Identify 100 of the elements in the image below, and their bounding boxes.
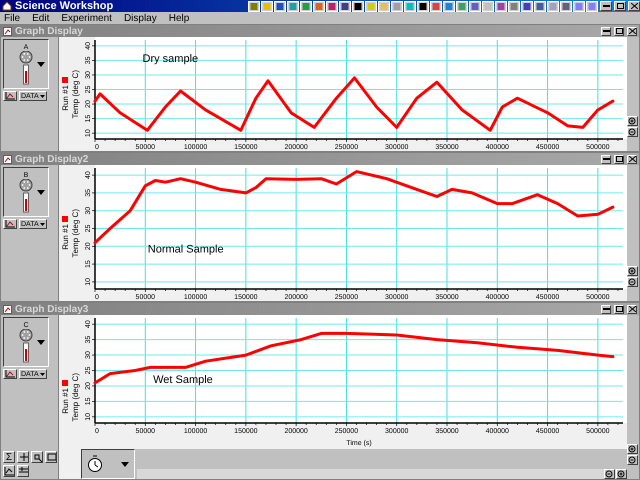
toolbar-icon[interactable] [560,0,572,12]
zoom-out-icon [628,456,637,464]
graph-icon [5,370,15,378]
window-title: Graph Display [15,26,84,36]
toolbar-icon[interactable] [430,0,442,12]
toolbar-icon[interactable] [521,0,533,12]
graph-window-icon [3,304,12,314]
close-icon [628,306,636,312]
toolbar-icon[interactable] [404,0,416,12]
toolbar-icon[interactable] [274,0,286,12]
maximize-icon [616,28,622,34]
toolbar-icon[interactable] [456,0,468,12]
zoom-in-button[interactable] [627,444,638,454]
zoom-out-button[interactable] [627,277,638,287]
close-button[interactable] [627,304,637,314]
settings-button[interactable] [17,465,29,477]
zoom-out-button[interactable] [627,127,638,137]
toolbar-icon[interactable] [300,0,312,12]
caret-icon [40,94,45,98]
timer-dropdown[interactable] [81,449,135,479]
zoom-in-button[interactable] [627,116,638,126]
statistics-button[interactable]: Σ [3,451,15,463]
maximize-button[interactable] [614,154,624,164]
graph-window-icon [3,26,12,36]
toolbar-icon[interactable] [352,0,364,12]
series-name: Run #1 [60,224,70,250]
minimize-button[interactable] [601,154,611,164]
sensor-icon [18,50,34,84]
maximize-icon [616,156,622,162]
toolbar-icon[interactable] [365,0,377,12]
toolbar-icon[interactable] [339,0,351,12]
toolbar-icon[interactable] [417,0,429,12]
zoom-out-icon [628,278,637,286]
minimize-button[interactable] [601,304,611,314]
menu-item[interactable]: Experiment [60,12,113,24]
caret-icon [40,372,45,376]
menu-item[interactable]: Help [168,12,190,24]
toolbar-icon[interactable] [443,0,455,12]
axis-title: Temp (deg C) [70,70,80,118]
menu-item[interactable]: File [3,12,22,24]
series-name: Run #1 [60,388,70,414]
menu-item[interactable]: Edit [31,12,50,24]
zoom-out-button[interactable] [627,455,638,465]
graph-icon [5,92,15,100]
toolbar-icon[interactable] [378,0,390,12]
sensor-icon [18,328,34,362]
toolbar-icon[interactable] [287,0,299,12]
zoom-in-icon [628,267,637,275]
toolbar-icon[interactable] [248,0,260,12]
maximize-button[interactable] [614,26,624,36]
graph-button[interactable] [3,465,15,477]
zoom-in-icon [628,445,637,453]
zoom-out-icon [628,128,637,136]
minimize-button[interactable] [601,26,611,36]
zoom-in-button[interactable] [627,266,638,276]
window-title: Graph Display2 [15,154,90,164]
house-icon [2,1,12,11]
zoom-out-button[interactable] [604,469,615,479]
minimize-icon [602,308,610,310]
zoom-in-icon [617,470,626,478]
series-name: Run #1 [60,85,70,111]
close-button[interactable] [627,26,637,36]
toolbar-icon[interactable] [391,0,403,12]
minimize-icon [602,30,610,32]
notes-button[interactable] [45,451,57,463]
caret-icon [121,462,129,466]
crosshair-button[interactable] [17,451,29,463]
window-title: Graph Display3 [15,304,90,314]
stopwatch-icon [87,455,103,473]
graph-icon [5,220,15,228]
toolbar-icon[interactable] [469,0,481,12]
toolbar-icon[interactable] [261,0,273,12]
zoom-tool-icon [32,452,42,462]
toolbar-icon[interactable] [326,0,338,12]
close-icon [630,3,638,9]
axis-title: Temp (deg C) [70,208,80,258]
maximize-icon [616,306,622,312]
caret-icon [37,190,45,195]
crosshair-icon [18,452,28,462]
zoom-in-icon [628,117,637,125]
zoom-out-icon [605,470,614,478]
axis-title: Temp (deg C) [70,372,80,422]
zoom-in-button[interactable] [616,469,627,479]
window-title: Science Workshop [15,0,114,12]
graph-window-icon [3,154,12,164]
minimize-button[interactable] [600,1,612,11]
caret-icon [40,222,45,226]
menu-item[interactable]: Display [122,12,158,24]
maximize-icon [616,3,624,9]
sensor-icon [18,178,34,212]
toolbar-icon[interactable] [313,0,325,12]
toolbar-icon[interactable] [534,0,546,12]
close-icon [628,28,636,34]
caret-icon [37,340,45,345]
maximize-button[interactable] [614,304,624,314]
close-icon [628,156,636,162]
zoom-tool-button[interactable] [31,451,43,463]
graph-icon [4,466,14,476]
close-button[interactable] [627,154,637,164]
minimize-icon [602,5,610,7]
